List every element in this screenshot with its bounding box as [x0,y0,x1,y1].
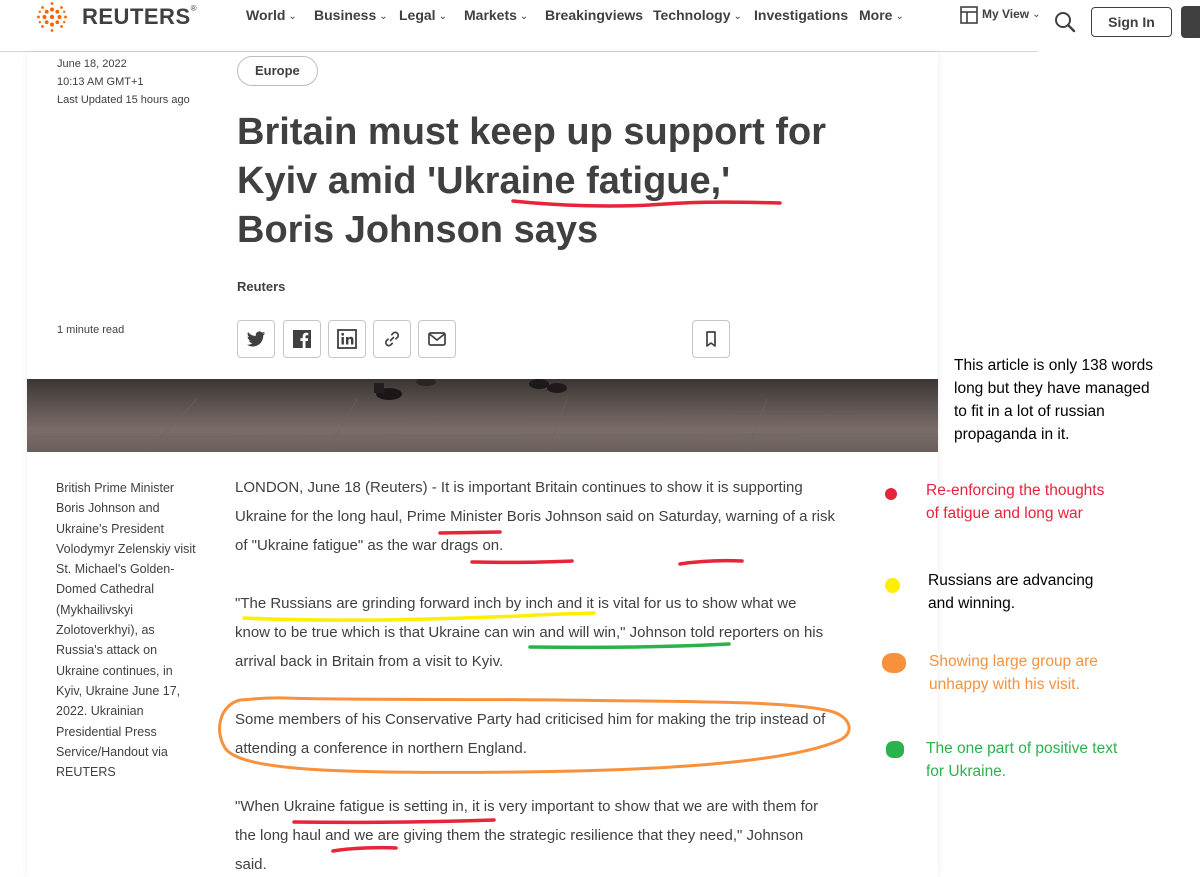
share-twitter-button[interactable] [237,320,275,358]
linkedin-icon [337,329,357,349]
legend-red-dot [885,488,897,500]
article-headline: Britain must keep up support for Kyiv am… [237,111,827,251]
layout-icon [960,6,978,24]
nav-item-technology[interactable]: Technology ⌄ [653,7,742,23]
paragraph-4: "When Ukraine fatigue is setting in, it … [235,798,819,873]
nav-item-breakingviews[interactable]: Breakingviews [545,7,643,23]
annotation-summary: This article is only 138 words long but … [954,357,1153,443]
nav-item-world[interactable]: World ⌄ [246,7,297,23]
bookmark-icon [706,331,716,347]
legend-yellow-dot [885,578,900,593]
article-date: June 18, 2022 [57,58,127,70]
legend-orange-text: Showing large group are unhappy with his… [929,653,1098,693]
bookmark-button[interactable] [692,320,730,358]
sign-in-button[interactable]: Sign In [1091,7,1172,37]
article-byline[interactable]: Reuters [237,279,285,294]
reuters-wordmark[interactable]: REUTERS® [82,4,197,30]
last-updated: Last Updated 15 hours ago [57,94,190,106]
legend-green-text: The one part of positive text for Ukrain… [926,740,1118,780]
chevron-down-icon: ⌄ [379,11,388,22]
legend-red-text: Re-enforcing the thoughts of fatigue and… [926,482,1105,522]
account-icon[interactable] [1181,6,1200,38]
nav-item-markets[interactable]: Markets ⌄ [464,7,528,23]
share-email-button[interactable] [418,320,456,358]
chevron-down-icon: ⌄ [895,11,904,22]
chevron-down-icon: ⌄ [288,11,297,22]
nav-item-more[interactable]: More ⌄ [859,7,904,23]
paragraph-2: "The Russians are grinding forward inch … [235,595,824,670]
my-view-link[interactable]: My View ⌄ [960,6,1041,24]
search-icon[interactable] [1054,11,1076,33]
article-time: 10:13 AM GMT+1 [57,76,144,88]
chevron-down-icon: ⌄ [438,11,447,22]
article-photo[interactable] [27,379,938,452]
link-icon [384,331,400,347]
facebook-icon [293,330,311,348]
legend-orange-dot [882,653,906,673]
article-card: June 18, 2022 10:13 AM GMT+1 Last Update… [27,52,938,877]
legend-green-dot [886,741,904,758]
read-time: 1 minute read [57,324,125,336]
top-navigation: REUTERS® World ⌄ Business ⌄ Legal ⌄ Markets… [0,0,1200,52]
section-tag-europe[interactable]: Europe [237,56,318,86]
photo-scene [27,379,938,452]
chevron-down-icon: ⌄ [1032,9,1041,21]
chevron-down-icon: ⌄ [519,11,529,22]
copy-link-button[interactable] [373,320,411,358]
email-icon [428,332,446,346]
twitter-icon [246,331,266,347]
nav-item-business[interactable]: Business ⌄ [314,7,388,23]
photo-caption: British Prime Minister Boris Johnson and… [56,481,196,780]
nav-item-investigations[interactable]: Investigations [754,7,848,23]
nav-item-legal[interactable]: Legal ⌄ [399,7,447,23]
reuters-logo-icon[interactable] [30,2,74,32]
paragraph-3: Some members of his Conservative Party h… [235,711,826,757]
share-facebook-button[interactable] [283,320,321,358]
legend-yellow-text: Russians are advancing and winning. [928,572,1094,612]
paragraph-1: LONDON, June 18 (Reuters) - It is import… [235,479,836,554]
chevron-down-icon: ⌄ [733,11,742,22]
share-linkedin-button[interactable] [328,320,366,358]
